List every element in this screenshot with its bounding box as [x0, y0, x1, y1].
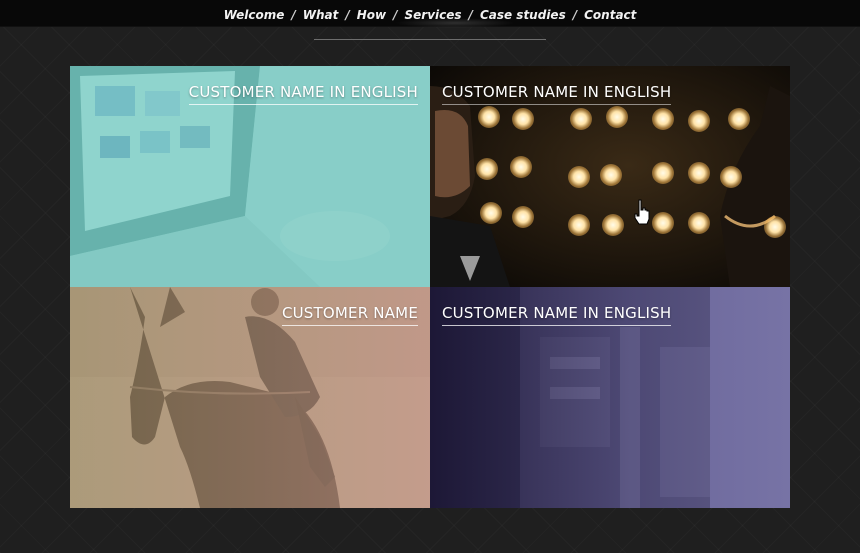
case-study-tile-3[interactable]: CUSTOMER NAME — [70, 287, 430, 508]
case-study-tile-1[interactable]: CUSTOMER NAME IN ENGLISH — [70, 66, 430, 287]
case-study-tile-2[interactable]: CUSTOMER NAME IN ENGLISH — [430, 66, 790, 287]
hand-pointer-icon — [634, 199, 650, 225]
customer-name-caption[interactable]: CUSTOMER NAME — [281, 304, 418, 326]
nav-how[interactable]: How — [357, 8, 386, 22]
faded-logo — [395, 18, 515, 28]
case-studies-grid: CUSTOMER NAME IN ENGLISH CUSTOMER NAME I… — [70, 66, 790, 508]
customer-name-caption[interactable]: CUSTOMER NAME IN ENGLISH — [188, 83, 418, 105]
customer-name-caption[interactable]: CUSTOMER NAME IN ENGLISH — [442, 83, 672, 105]
nav-what[interactable]: What — [303, 8, 339, 22]
customer-name-caption[interactable]: CUSTOMER NAME IN ENGLISH — [442, 304, 672, 326]
nav-separator: / — [572, 8, 578, 22]
nav-contact[interactable]: Contact — [584, 8, 636, 22]
nav-separator: / — [291, 8, 296, 22]
nav-separator: / — [345, 8, 350, 22]
case-study-tile-4[interactable]: CUSTOMER NAME IN ENGLISH — [430, 287, 790, 508]
nav-welcome[interactable]: Welcome — [224, 8, 285, 22]
header-divider — [314, 39, 546, 40]
